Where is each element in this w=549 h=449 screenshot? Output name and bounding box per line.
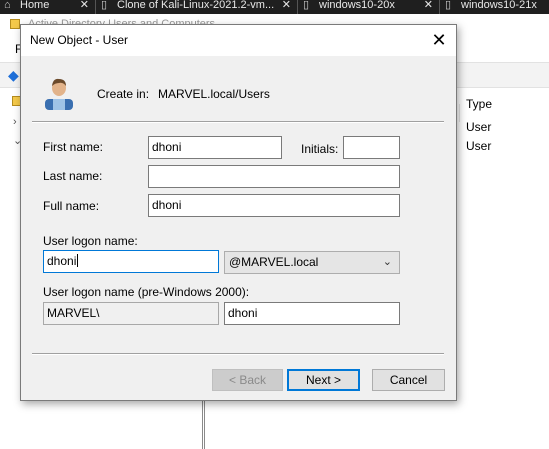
first-name-field[interactable]: dhoni	[148, 136, 282, 159]
tab-windows10-20x[interactable]: ▯ windows10-20x ✕	[299, 0, 440, 14]
last-name-label: Last name:	[43, 169, 103, 183]
create-in-path: MARVEL.local/Users	[158, 87, 270, 101]
vm-icon: ▯	[303, 0, 310, 11]
chevron-right-icon[interactable]: ›	[13, 116, 17, 128]
back-arrow-icon[interactable]: ◆	[8, 67, 19, 84]
host-tab-bar: ⌂ Home ✕ ▯ Clone of Kali-Linux-2021.2-vm…	[0, 0, 549, 14]
text-caret	[77, 254, 79, 267]
close-icon[interactable]: ✕	[282, 0, 291, 11]
logon-name-field[interactable]: dhoni	[43, 250, 219, 273]
domain-suffix-value: @MARVEL.local	[229, 255, 319, 269]
pre2000-logon-field[interactable]: dhoni	[224, 302, 400, 325]
logon-name-label: User logon name:	[43, 234, 138, 248]
next-button[interactable]: Next >	[287, 369, 360, 391]
initials-label: Initials:	[301, 142, 339, 156]
column-separator	[459, 104, 460, 122]
last-name-field[interactable]	[148, 165, 400, 188]
initials-field[interactable]	[343, 136, 400, 159]
tab-home[interactable]: ⌂ Home ✕	[0, 0, 96, 14]
home-icon: ⌂	[4, 0, 11, 11]
tab-label: Home	[20, 0, 50, 11]
tab-windows10-21x[interactable]: ▯ windows10-21x	[441, 0, 549, 14]
close-icon[interactable]: ✕	[80, 0, 89, 11]
dialog-title: New Object - User	[30, 33, 129, 47]
domain-suffix-dropdown[interactable]: @MARVEL.local ⌄	[224, 251, 400, 274]
back-button[interactable]: < Back	[212, 369, 283, 391]
full-name-label: Full name:	[43, 199, 100, 213]
column-header-type[interactable]: Type	[466, 97, 492, 111]
tab-label: Clone of Kali-Linux-2021.2-vm...	[117, 0, 275, 11]
top-divider	[32, 121, 444, 123]
bottom-divider	[32, 353, 444, 355]
cancel-button[interactable]: Cancel	[372, 369, 445, 391]
vm-icon: ▯	[101, 0, 108, 11]
tab-label: windows10-20x	[319, 0, 395, 11]
user-icon	[45, 78, 73, 110]
snapin-icon	[10, 19, 20, 29]
close-icon[interactable]: ✕	[424, 0, 433, 11]
background-tree: › ⌄	[0, 90, 24, 435]
tab-kali-vm[interactable]: ▯ Clone of Kali-Linux-2021.2-vm... ✕	[97, 0, 298, 14]
logon-name-value: dhoni	[47, 254, 77, 268]
list-item[interactable]: User	[466, 139, 491, 153]
pre2000-domain-field: MARVEL\	[43, 302, 219, 325]
chevron-down-icon: ⌄	[382, 256, 392, 268]
close-icon[interactable]: ✕	[422, 25, 456, 56]
list-item[interactable]: User	[466, 120, 491, 134]
dialog-titlebar: New Object - User ✕	[21, 25, 456, 56]
full-name-field[interactable]: dhoni	[148, 194, 400, 217]
first-name-label: First name:	[43, 140, 104, 154]
scrollbar-edge	[202, 399, 205, 449]
new-user-dialog: New Object - User ✕ Create in: MARVEL.lo…	[20, 24, 457, 401]
create-in-label: Create in:	[97, 87, 150, 101]
pre2000-label: User logon name (pre-Windows 2000):	[43, 285, 250, 299]
vm-icon: ▯	[445, 0, 452, 11]
tab-label: windows10-21x	[461, 0, 537, 11]
